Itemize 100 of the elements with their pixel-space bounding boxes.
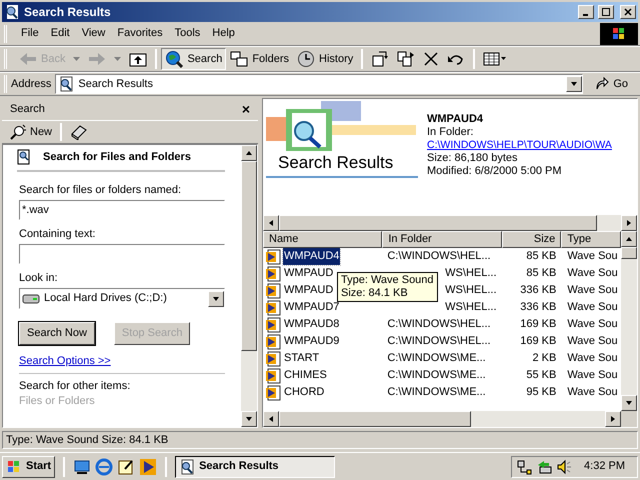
scroll-left-button[interactable] <box>263 411 279 427</box>
right-arrow-icon <box>625 219 633 227</box>
media-player-icon[interactable] <box>139 458 158 476</box>
file-name-cell[interactable]: WMPAUD4 <box>283 248 340 265</box>
windows-logo-icon <box>600 22 638 44</box>
delete-icon <box>423 51 440 67</box>
maximize-button[interactable] <box>598 5 614 19</box>
left-arrow-icon <box>267 219 275 227</box>
copy-to-icon <box>397 50 416 68</box>
back-arrow-icon <box>19 52 37 66</box>
clock-icon <box>297 50 316 68</box>
search-now-button[interactable]: Search Now <box>19 322 95 345</box>
size-cell-text: 55 KB <box>525 368 558 384</box>
filename-field[interactable]: *.wav <box>19 200 225 220</box>
file-name-cell[interactable]: WMPAUD9 <box>283 333 340 350</box>
dropdown-button[interactable] <box>566 76 582 92</box>
file-name-cell[interactable]: WMPAUD8 <box>283 316 340 333</box>
vertical-scrollbar[interactable] <box>241 145 257 427</box>
menu-item[interactable]: Edit <box>44 25 76 42</box>
folder-cell-text: C:\WINDOWS\HEL... <box>387 334 491 350</box>
modified-date: Modified: 6/8/2000 5:00 PM <box>427 165 563 178</box>
file-name-cell[interactable]: WMPAUD <box>283 282 334 299</box>
scroll-left-button[interactable] <box>263 215 279 231</box>
document-search-icon <box>17 149 31 165</box>
pane-title: Search <box>10 102 45 117</box>
down-arrow-icon <box>212 294 220 302</box>
field-label: Containing text: <box>19 228 96 241</box>
search-window-icon <box>4 4 20 20</box>
field-label: Look in: <box>19 272 59 285</box>
go-arrow-icon <box>595 77 610 91</box>
up-arrow-icon <box>625 235 633 243</box>
size-cell-text: 2 KB <box>531 351 558 366</box>
dropdown-button[interactable] <box>208 290 224 306</box>
search-button[interactable]: Search <box>161 48 226 70</box>
type-cell-text: Wave Sou <box>566 385 619 400</box>
scroll-right-button[interactable] <box>621 215 637 231</box>
scroll-down-button[interactable] <box>621 395 637 411</box>
close-button[interactable] <box>620 5 636 19</box>
taskbar-window-button[interactable]: Search Results <box>175 456 336 478</box>
address-field[interactable]: Search Results <box>55 74 584 94</box>
search-options-link[interactable]: Search Options >> <box>19 355 111 368</box>
file-name-cell[interactable]: WMPAUD <box>283 265 334 282</box>
file-name-cell[interactable]: START <box>283 350 320 367</box>
close-pane-button[interactable]: × <box>242 102 250 116</box>
go-button[interactable]: Go <box>583 76 640 92</box>
scroll-up-button[interactable] <box>241 145 257 161</box>
folder-link[interactable]: C:\WINDOWS\HELP\TOUR\AUDIO\WA <box>427 139 612 152</box>
search-results-banner: Search Results <box>263 99 423 215</box>
menu-item[interactable]: File <box>15 25 45 42</box>
column-header[interactable]: In Folder <box>382 231 502 248</box>
type-cell-text: Wave Sou <box>566 317 619 332</box>
minimize-button[interactable] <box>578 5 594 19</box>
tooltip: Type: Wave Sound Size: 84.1 KB <box>337 272 438 302</box>
scroll-thumb[interactable] <box>621 247 637 259</box>
history-button[interactable]: History <box>293 48 358 70</box>
menu-item[interactable]: Help <box>206 25 241 42</box>
caret-icon <box>114 57 122 61</box>
scroll-down-button[interactable] <box>241 411 257 427</box>
column-header[interactable]: Size <box>502 231 562 248</box>
folders-icon <box>230 51 248 67</box>
move-to-icon <box>371 50 390 68</box>
folders-button[interactable]: Folders <box>226 48 294 70</box>
horizontal-scrollbar[interactable] <box>263 411 621 427</box>
column-header[interactable]: Name <box>263 231 382 248</box>
size-cell-text: 85 KB <box>525 266 558 282</box>
menu-item[interactable]: View <box>76 25 112 42</box>
folder-cell-text: C:\WINDOWS\HEL... <box>387 317 491 332</box>
text-field[interactable] <box>19 244 225 264</box>
scroll-right-button[interactable] <box>605 411 621 427</box>
menu-item[interactable]: Tools <box>168 25 206 42</box>
close-icon <box>624 8 632 16</box>
file-name-cell[interactable]: CHORD <box>283 384 326 401</box>
type-cell-text: Wave Sou <box>566 334 619 350</box>
file-name-cell[interactable]: CHIMES <box>283 367 328 384</box>
type-cell-text: Wave Sou <box>566 351 619 366</box>
file-name-cell[interactable]: WMPAUD7 <box>283 299 340 316</box>
new-search-button[interactable]: New <box>10 124 52 140</box>
field-label: Search for files or folders named: <box>19 184 182 197</box>
folder-cell-text: WS\HEL... <box>445 266 497 282</box>
menu-item[interactable]: Favorites <box>111 25 169 42</box>
scroll-thumb[interactable] <box>279 411 471 427</box>
start-button[interactable]: Start <box>2 456 56 478</box>
desktop-icon[interactable] <box>73 458 92 476</box>
down-arrow-icon <box>570 80 578 88</box>
folder-cell-text: C:\WINDOWS\HEL... <box>387 249 491 264</box>
column-header[interactable]: Type <box>561 231 621 248</box>
speaker-icon[interactable] <box>556 458 572 474</box>
address-label: Address <box>11 76 52 92</box>
book-icon[interactable] <box>70 124 88 140</box>
network-transfer-icon[interactable] <box>536 458 552 474</box>
scroll-up-button[interactable] <box>621 231 637 247</box>
look-in-dropdown[interactable]: Local Hard Drives (C:;D:) <box>19 288 225 309</box>
right-arrow-icon <box>609 415 617 423</box>
views-icon <box>483 52 508 66</box>
vertical-scrollbar[interactable] <box>621 231 637 411</box>
type-cell-text: Wave Sou <box>566 283 619 298</box>
network-icon[interactable] <box>516 458 532 474</box>
globe-search-icon <box>165 50 184 68</box>
notepad-icon[interactable] <box>117 458 136 476</box>
scroll-thumb[interactable] <box>241 161 257 351</box>
